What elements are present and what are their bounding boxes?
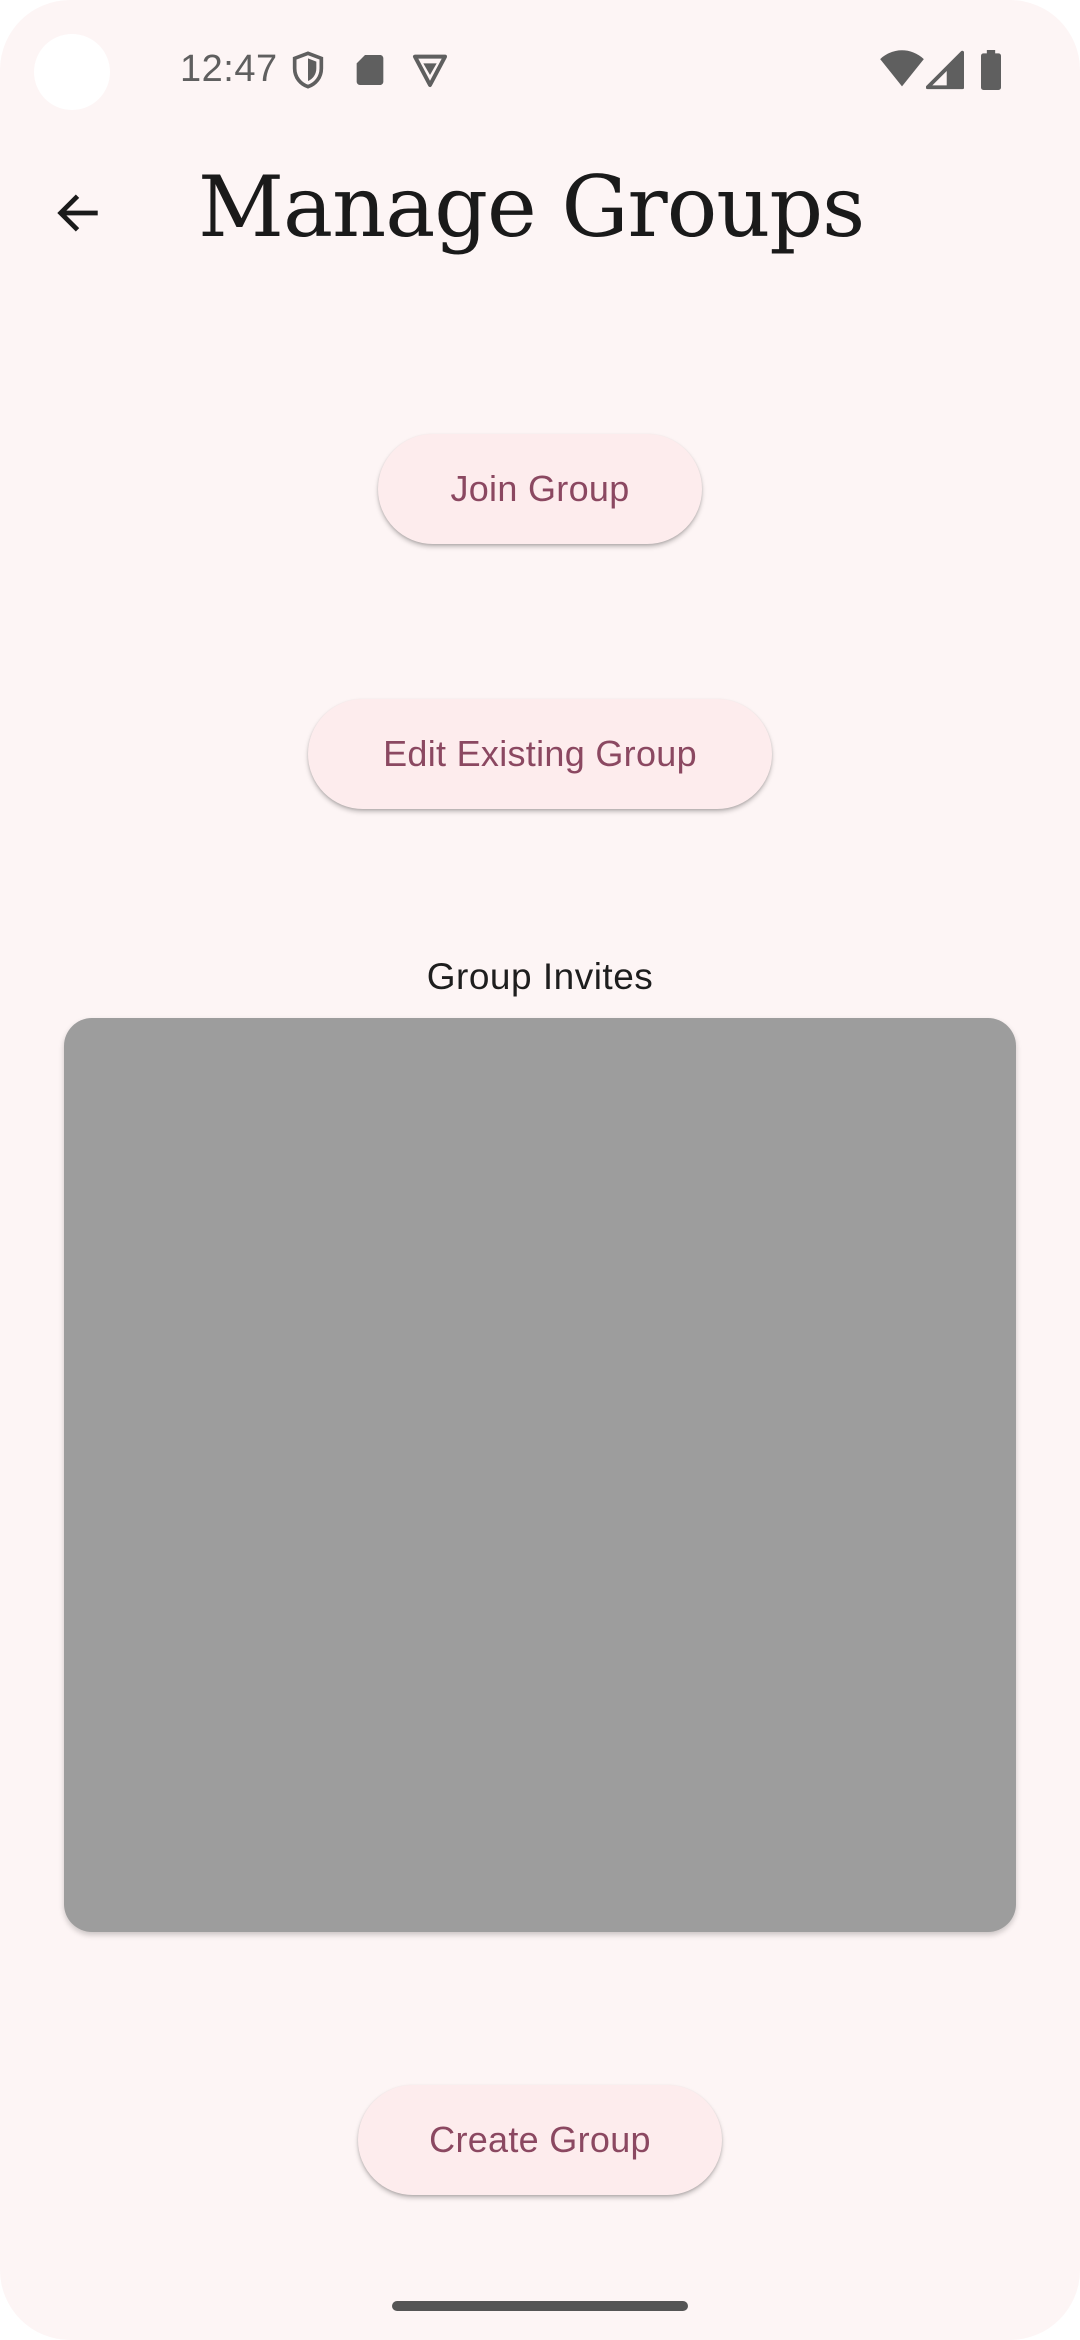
wifi-icon	[880, 50, 924, 87]
page-title: Manage Groups	[198, 158, 865, 256]
camera-cutout	[34, 34, 110, 110]
join-group-button[interactable]: Join Group	[378, 434, 702, 544]
group-invites-label: Group Invites	[426, 956, 654, 997]
home-indicator[interactable]	[392, 2301, 688, 2311]
signal-icon	[926, 50, 964, 90]
create-group-button[interactable]: Create Group	[358, 2085, 722, 2195]
group-invites-list[interactable]	[64, 1018, 1016, 1932]
status-time: 12:47	[180, 48, 278, 90]
shield-icon	[292, 51, 324, 89]
battery-icon	[981, 50, 1001, 90]
arrow-back-icon	[57, 194, 98, 232]
vpn-badge-icon	[413, 54, 447, 87]
app-screen: 12:47 Manage Groups Join Group Edit Exis…	[0, 0, 1080, 2340]
back-button[interactable]	[40, 175, 116, 251]
sd-card-icon	[356, 55, 384, 85]
edit-existing-group-button[interactable]: Edit Existing Group	[308, 699, 772, 809]
